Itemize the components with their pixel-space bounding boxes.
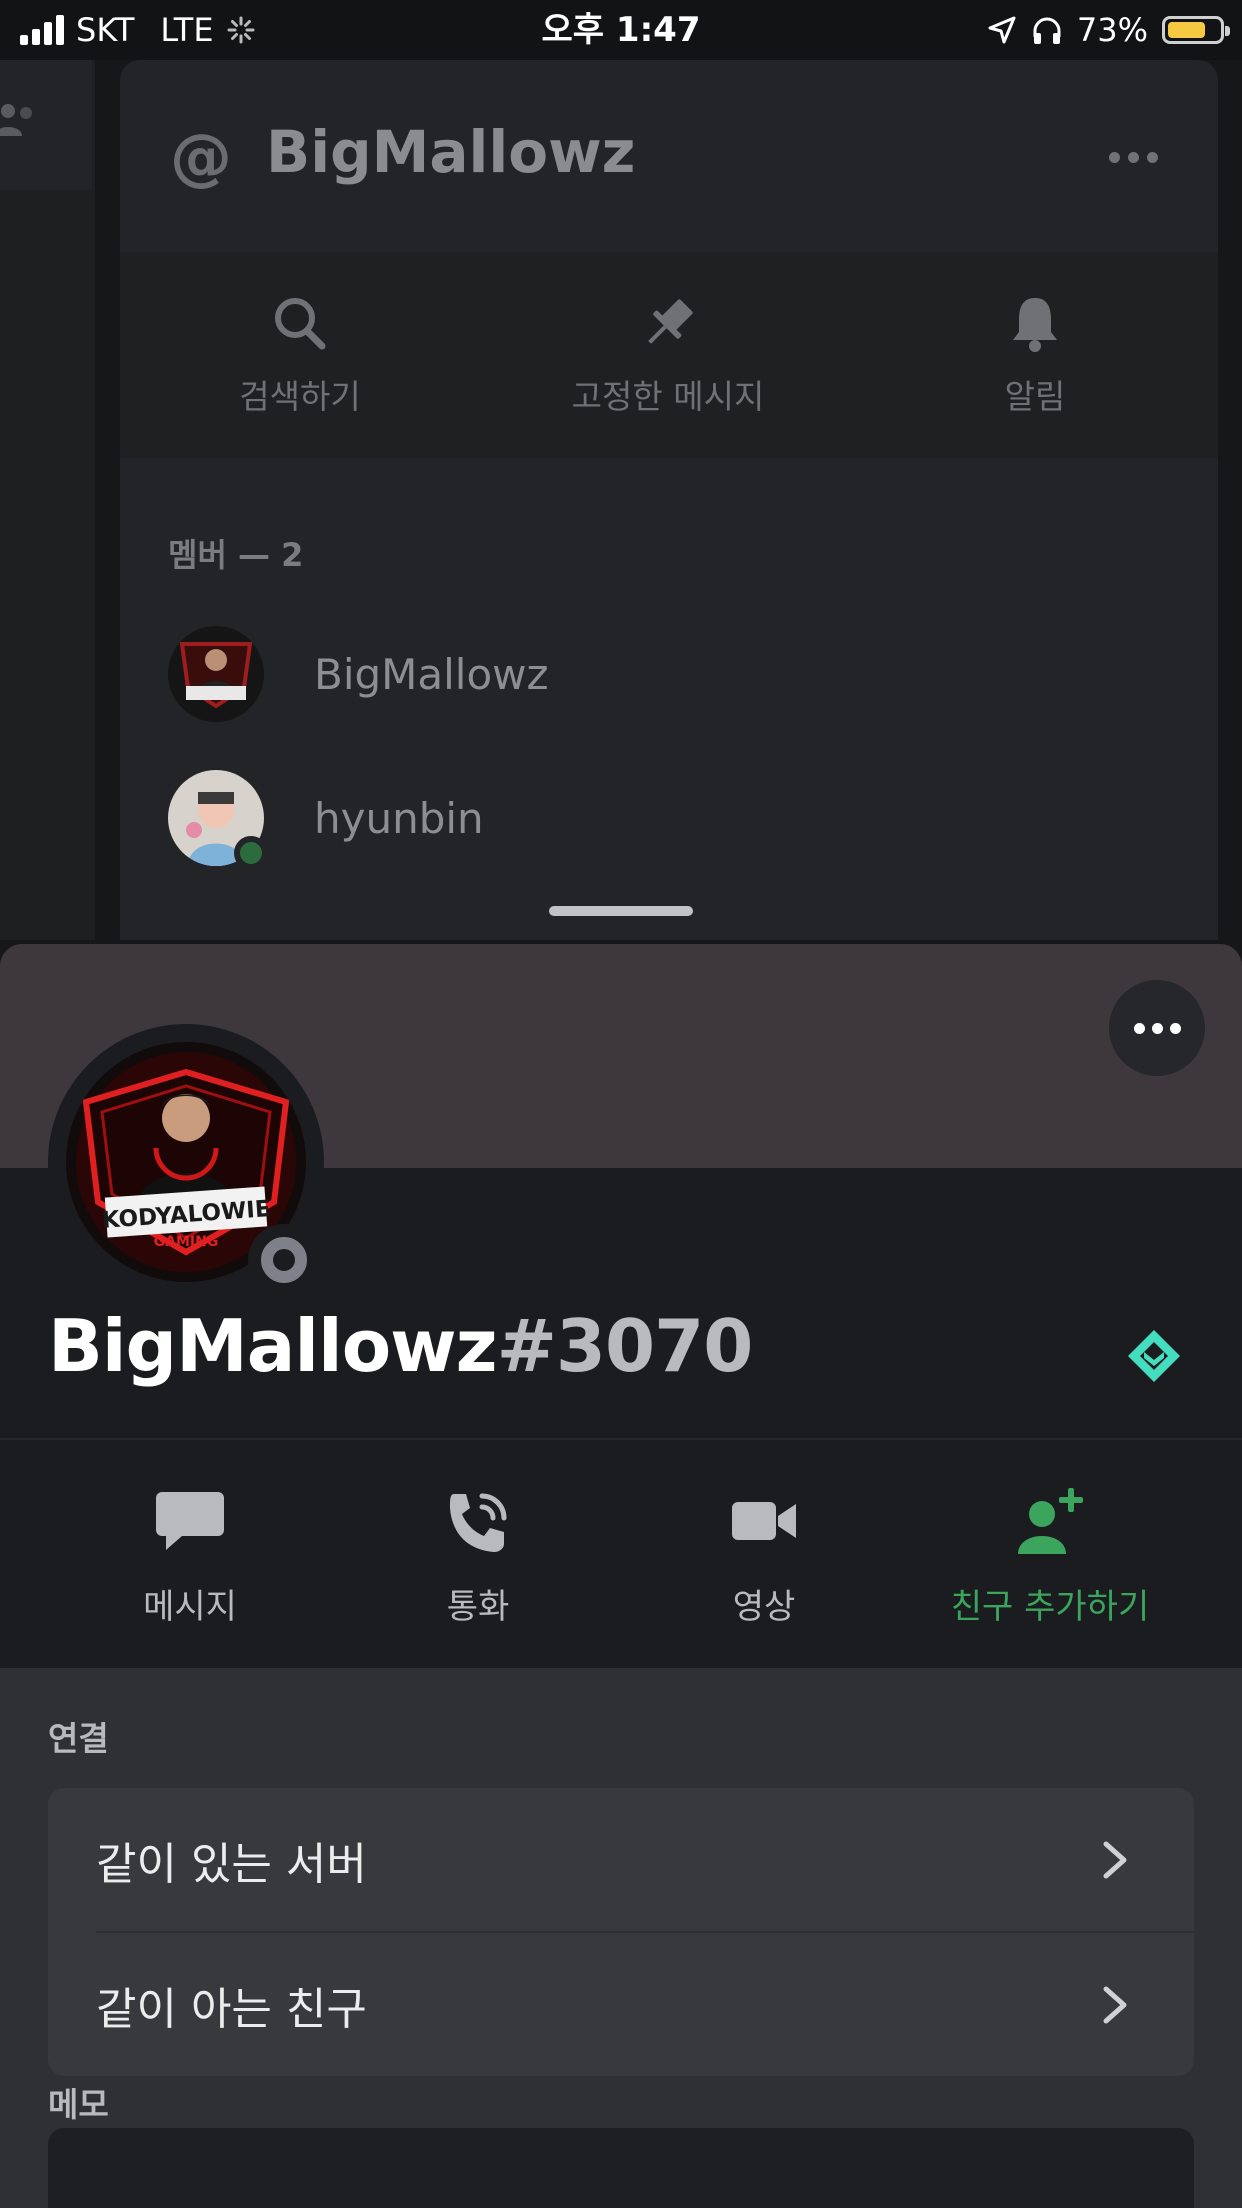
dm-details-panel: @ BigMallowz 검색하기 고정한 메시지 알림 멤버 — 2 BigM… bbox=[120, 60, 1218, 940]
chevron-right-icon bbox=[1103, 1986, 1127, 2024]
pinned-label: 고정한 메시지 bbox=[571, 377, 765, 416]
status-bar: SKT LTE 오후 1:47 73% bbox=[0, 0, 1242, 60]
username-text: BigMallowz bbox=[48, 1304, 498, 1388]
mutual-friends-row[interactable]: 같이 아는 친구 bbox=[48, 1933, 1194, 2076]
mutual-friends-label: 같이 아는 친구 bbox=[96, 1984, 367, 2035]
battery-percent: 73% bbox=[1076, 11, 1148, 49]
member-avatar bbox=[168, 770, 268, 870]
search-button[interactable]: 검색하기 bbox=[150, 292, 450, 418]
bell-icon bbox=[1013, 298, 1057, 352]
add-friend-icon bbox=[1018, 1488, 1083, 1554]
status-right: 73% bbox=[987, 8, 1230, 52]
add-friend-label: 친구 추가하기 bbox=[950, 1587, 1150, 1627]
member-name: BigMallowz bbox=[314, 649, 549, 699]
profile-username[interactable]: BigMallowz#3070 bbox=[48, 1304, 754, 1388]
notifications-label: 알림 bbox=[1004, 377, 1066, 416]
mutual-servers-row[interactable]: 같이 있는 서버 bbox=[48, 1788, 1194, 1931]
chevron-right-icon bbox=[1103, 1841, 1127, 1879]
dm-title: BigMallowz bbox=[266, 118, 636, 186]
dm-header: @ BigMallowz bbox=[120, 60, 1218, 254]
online-status-dot bbox=[234, 836, 268, 870]
headphones-icon bbox=[1033, 17, 1061, 44]
profile-sheet: KODYALOWIE GAMING BigMallowz#3070 메시지 통화 bbox=[0, 944, 1242, 2208]
chat-bubble-icon bbox=[156, 1492, 224, 1550]
message-button[interactable]: 메시지 bbox=[45, 1486, 335, 1628]
video-camera-icon bbox=[732, 1502, 796, 1540]
phone-call-icon bbox=[450, 1493, 507, 1552]
dm-actions: 검색하기 고정한 메시지 알림 bbox=[120, 252, 1218, 458]
connections-title: 연결 bbox=[48, 1719, 109, 1758]
profile-actions: 메시지 통화 영상 친구 추가하기 bbox=[0, 1440, 1242, 1668]
call-button[interactable]: 통화 bbox=[333, 1486, 623, 1628]
profile-more-button[interactable] bbox=[1109, 980, 1205, 1076]
at-icon: @ bbox=[170, 120, 232, 193]
video-button[interactable]: 영상 bbox=[619, 1486, 909, 1628]
search-label: 검색하기 bbox=[239, 377, 361, 416]
mutual-servers-label: 같이 있는 서버 bbox=[96, 1839, 367, 1890]
members-section-title: 멤버 — 2 bbox=[168, 536, 304, 574]
search-icon bbox=[275, 298, 326, 350]
discriminator-text: #3070 bbox=[496, 1304, 754, 1388]
offline-status-indicator bbox=[248, 1224, 320, 1296]
battery-icon bbox=[1162, 16, 1230, 44]
pinned-messages-button[interactable]: 고정한 메시지 bbox=[518, 292, 818, 418]
dm-more-button[interactable] bbox=[1109, 152, 1158, 163]
friends-icon[interactable] bbox=[0, 100, 40, 140]
member-avatar bbox=[168, 626, 264, 722]
video-label: 영상 bbox=[732, 1587, 796, 1627]
server-rail bbox=[0, 60, 95, 940]
call-label: 통화 bbox=[446, 1587, 510, 1627]
connections-card: 같이 있는 서버 같이 아는 친구 bbox=[48, 1788, 1194, 2076]
member-item[interactable]: hyunbin bbox=[168, 770, 484, 870]
profile-avatar-frame: KODYALOWIE GAMING bbox=[48, 1024, 324, 1300]
message-label: 메시지 bbox=[143, 1587, 237, 1627]
pin-icon bbox=[648, 299, 693, 344]
member-item[interactable]: BigMallowz bbox=[168, 626, 549, 722]
hypesquad-badge-icon[interactable] bbox=[1126, 1328, 1182, 1384]
battery-level bbox=[1168, 22, 1205, 38]
avatar-logo-subtext: GAMING bbox=[154, 1234, 219, 1250]
sheet-drag-handle[interactable] bbox=[549, 906, 693, 916]
memo-input[interactable] bbox=[48, 2128, 1194, 2208]
add-friend-button[interactable]: 친구 추가하기 bbox=[905, 1486, 1195, 1628]
memo-title: 메모 bbox=[48, 2085, 109, 2124]
notifications-button[interactable]: 알림 bbox=[885, 292, 1185, 418]
profile-details: 연결 같이 있는 서버 같이 아는 친구 메모 bbox=[0, 1668, 1242, 2208]
member-name: hyunbin bbox=[314, 793, 484, 843]
location-arrow-icon bbox=[988, 16, 1016, 44]
